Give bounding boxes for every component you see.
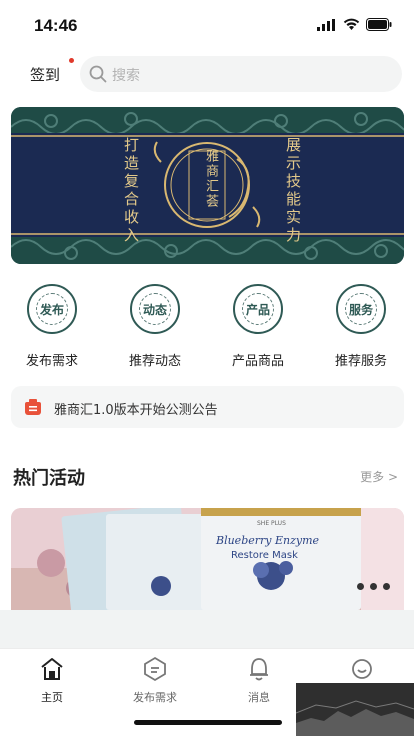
- profile-icon: [352, 659, 372, 679]
- wifi-icon: [343, 18, 360, 30]
- screenshot-thumbnail[interactable]: [296, 683, 414, 736]
- home-indicator: [134, 720, 282, 725]
- banner-left-text: 打造复合收入: [122, 137, 140, 245]
- thumbnail-image: [296, 683, 414, 736]
- tab-home[interactable]: 主页: [7, 655, 97, 705]
- carousel-dot[interactable]: [357, 583, 364, 590]
- activity-product-name: Blueberry Enzyme: [216, 534, 320, 547]
- quick-item-products[interactable]: 产品 产品商品: [218, 284, 298, 369]
- quick-menu: 发布 发布需求 动态 推荐动态 产品 产品商品 服务 推荐服务: [0, 284, 414, 374]
- announcement-bar[interactable]: 雅商汇1.0版本开始公测公告: [11, 386, 404, 428]
- hot-activities-title: 热门活动: [13, 468, 85, 489]
- announcement-icon: [25, 399, 41, 415]
- tab-messages[interactable]: 消息: [214, 655, 304, 705]
- tab-publish-label: 发布需求: [133, 691, 177, 704]
- search-icon: [89, 65, 107, 83]
- activity-product-subtitle: Restore Mask: [231, 550, 298, 561]
- banner-logo-text: 雅商汇荟: [203, 149, 218, 209]
- recommend-feed-icon: 动态: [130, 284, 180, 334]
- bell-icon: [250, 658, 268, 681]
- quick-item-label: 推荐动态: [128, 354, 181, 369]
- checkin-badge-dot: [69, 58, 74, 63]
- quick-item-label: 产品商品: [231, 354, 284, 369]
- search-input[interactable]: 搜索: [112, 65, 140, 85]
- checkin-button[interactable]: 签到: [30, 64, 60, 85]
- banner-right-text: 展示技能实力: [284, 137, 302, 245]
- status-icons: [317, 18, 392, 31]
- signal-icon: [317, 18, 335, 31]
- tab-messages-label: 消息: [248, 691, 270, 704]
- status-bar: 14:46: [0, 0, 414, 52]
- carousel-dots[interactable]: [357, 583, 390, 590]
- products-icon: 产品: [233, 284, 283, 334]
- tab-publish-demand[interactable]: 发布需求: [110, 655, 200, 705]
- content-divider: [0, 610, 414, 648]
- quick-item-publish-demand[interactable]: 发布 发布需求: [12, 284, 92, 369]
- announcement-text: 雅商汇1.0版本开始公测公告: [54, 403, 218, 418]
- home-screen: 14:46 签到 搜索 打造复合收入 雅商汇荟 展示技能实力 发布 发布需求 动…: [0, 0, 414, 736]
- recommend-service-icon: 服务: [336, 284, 386, 334]
- activity-image: [11, 508, 404, 610]
- quick-item-recommend-service[interactable]: 服务 推荐服务: [321, 284, 401, 369]
- home-icon: [41, 658, 63, 680]
- search-bar[interactable]: 搜索: [80, 56, 402, 92]
- tab-home-label: 主页: [41, 691, 63, 704]
- carousel-dot[interactable]: [383, 583, 390, 590]
- status-time: 14:46: [34, 16, 78, 35]
- carousel-dot[interactable]: [370, 583, 377, 590]
- hero-banner[interactable]: 打造复合收入 雅商汇荟 展示技能实力: [11, 107, 404, 264]
- battery-icon: [366, 18, 392, 31]
- activity-product-brand: SHE PLUS: [257, 520, 286, 527]
- activity-card[interactable]: SHE PLUS Blueberry Enzyme Restore Mask: [11, 508, 404, 610]
- quick-item-recommend-feed[interactable]: 动态 推荐动态: [115, 284, 195, 369]
- more-link[interactable]: 更多 >: [360, 468, 398, 485]
- publish-icon: [144, 656, 166, 682]
- quick-item-label: 推荐服务: [334, 354, 387, 369]
- quick-item-label: 发布需求: [25, 354, 78, 369]
- publish-demand-icon: 发布: [27, 284, 77, 334]
